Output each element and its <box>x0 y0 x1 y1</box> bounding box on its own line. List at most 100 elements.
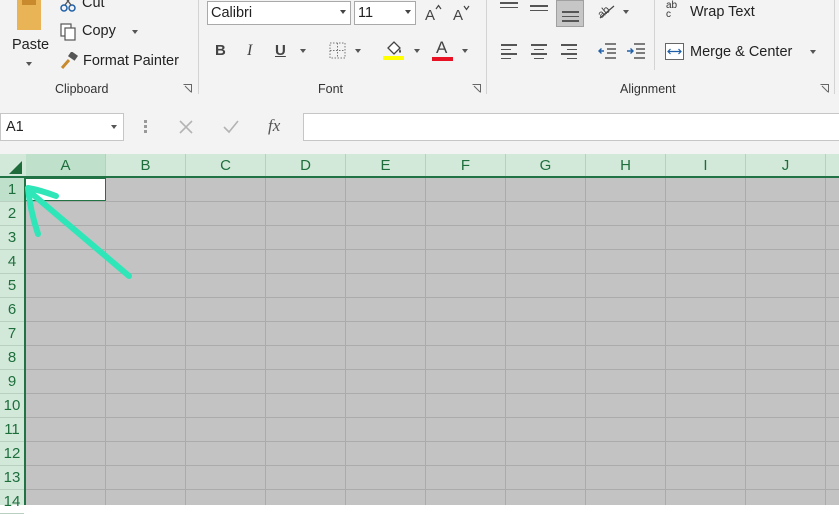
font-color-letter: A <box>436 38 448 57</box>
underline-dropdown-icon[interactable] <box>300 49 306 53</box>
font-dialog-launcher-icon[interactable] <box>472 84 481 93</box>
gridline-vertical <box>345 178 346 505</box>
row-header-12[interactable]: 12 <box>0 442 24 466</box>
format-painter-button[interactable]: Format Painter <box>58 50 188 72</box>
formula-input[interactable] <box>303 113 839 141</box>
gridline-horizontal <box>26 201 839 202</box>
row-header-14[interactable]: 14 <box>0 490 24 514</box>
row-header-6[interactable]: 6 <box>0 298 24 322</box>
row-header-2[interactable]: 2 <box>0 202 24 226</box>
borders-icon[interactable] <box>329 42 346 59</box>
paste-dropdown-icon[interactable] <box>26 62 32 66</box>
enter-icon[interactable] <box>222 119 240 135</box>
name-box-value: A1 <box>6 119 24 135</box>
clipboard-dialog-launcher-icon[interactable] <box>183 84 192 93</box>
column-header-i[interactable]: I <box>666 154 746 177</box>
font-size-value: 11 <box>358 5 374 21</box>
row-header-4[interactable]: 4 <box>0 250 24 274</box>
row-header-13[interactable]: 13 <box>0 466 24 490</box>
column-header-h[interactable]: H <box>586 154 666 177</box>
select-all-icon[interactable] <box>0 154 26 178</box>
align-center-icon[interactable] <box>531 44 547 62</box>
font-name-dropdown-icon[interactable] <box>340 10 346 14</box>
copy-dropdown-icon[interactable] <box>132 30 138 34</box>
font-color-swatch <box>432 57 453 61</box>
font-color-dropdown-icon[interactable] <box>462 49 468 53</box>
merge-center-icon <box>665 43 684 60</box>
formula-bar-grip-icon[interactable] <box>144 120 147 134</box>
cancel-icon[interactable] <box>178 119 194 135</box>
row-header-8[interactable]: 8 <box>0 346 24 370</box>
insert-function-icon[interactable]: fx <box>268 116 280 136</box>
wrap-text-button[interactable]: ab c Wrap Text <box>664 0 774 26</box>
gridline-vertical <box>745 178 746 505</box>
copy-icon <box>60 23 76 41</box>
row-header-10[interactable]: 10 <box>0 394 24 418</box>
column-header-e[interactable]: E <box>346 154 426 177</box>
top-align-icon[interactable] <box>500 2 518 11</box>
row-header-9[interactable]: 9 <box>0 370 24 394</box>
row-header-3[interactable]: 3 <box>0 226 24 250</box>
row-header-1[interactable]: 1 <box>0 178 24 202</box>
row-header-11[interactable]: 11 <box>0 418 24 442</box>
column-header-g[interactable]: G <box>506 154 586 177</box>
group-separator <box>486 0 487 94</box>
cut-label: Cut <box>82 0 105 11</box>
cell-grid[interactable] <box>26 178 839 505</box>
gridline-horizontal <box>26 465 839 466</box>
increase-font-size-icon[interactable]: A <box>424 4 442 22</box>
row-header-7[interactable]: 7 <box>0 322 24 346</box>
row-header-5[interactable]: 5 <box>0 274 24 298</box>
gridline-vertical <box>585 178 586 505</box>
font-name-combo[interactable]: Calibri <box>207 1 351 25</box>
paste-icon <box>17 0 41 30</box>
decrease-font-size-icon[interactable]: A <box>452 4 470 22</box>
column-header-j[interactable]: J <box>746 154 826 177</box>
underline-button[interactable]: U <box>275 42 286 59</box>
orientation-dropdown-icon[interactable] <box>623 10 629 14</box>
wrap-text-icon: ab c <box>666 0 678 20</box>
increase-indent-icon[interactable] <box>626 42 646 60</box>
paste-button[interactable]: Paste <box>6 0 52 72</box>
name-box[interactable]: A1 <box>0 113 124 141</box>
column-header-d[interactable]: D <box>266 154 346 177</box>
format-painter-label: Format Painter <box>83 53 179 69</box>
font-color-button[interactable]: A <box>432 38 454 62</box>
gridline-horizontal <box>26 225 839 226</box>
column-header-a[interactable]: A <box>26 154 106 177</box>
merge-center-dropdown-icon[interactable] <box>810 50 816 54</box>
italic-button[interactable]: I <box>247 42 252 60</box>
borders-dropdown-icon[interactable] <box>355 49 361 53</box>
bottom-align-button[interactable] <box>556 0 584 27</box>
column-header-b[interactable]: B <box>106 154 186 177</box>
decrease-indent-icon[interactable] <box>597 42 617 60</box>
orientation-icon[interactable]: ab <box>596 2 618 20</box>
gridline-vertical <box>825 178 826 505</box>
gridline-horizontal <box>26 249 839 250</box>
fill-color-icon[interactable] <box>382 38 406 62</box>
active-cell[interactable] <box>26 178 106 201</box>
font-size-combo[interactable]: 11 <box>354 1 416 25</box>
gridline-horizontal <box>26 273 839 274</box>
alignment-dialog-launcher-icon[interactable] <box>820 84 829 93</box>
font-size-dropdown-icon[interactable] <box>405 10 411 14</box>
group-separator <box>654 0 655 70</box>
column-header-c[interactable]: C <box>186 154 266 177</box>
align-right-icon[interactable] <box>561 44 577 62</box>
paintbrush-icon <box>60 52 78 69</box>
gridline-vertical <box>425 178 426 505</box>
cut-button[interactable]: Cut <box>58 0 118 12</box>
group-separator <box>198 0 199 94</box>
gridline-horizontal <box>26 417 839 418</box>
clipboard-group-label: Clipboard <box>55 82 109 96</box>
gridline-vertical <box>185 178 186 505</box>
middle-align-icon[interactable] <box>530 5 548 14</box>
align-left-icon[interactable] <box>501 44 517 62</box>
svg-text:A: A <box>425 7 435 22</box>
merge-center-button[interactable]: Merge & Center <box>664 40 824 64</box>
fill-color-dropdown-icon[interactable] <box>414 49 420 53</box>
column-header-f[interactable]: F <box>426 154 506 177</box>
name-box-dropdown-icon[interactable] <box>111 125 117 129</box>
copy-button[interactable]: Copy <box>58 21 144 43</box>
bold-button[interactable]: B <box>215 42 226 59</box>
